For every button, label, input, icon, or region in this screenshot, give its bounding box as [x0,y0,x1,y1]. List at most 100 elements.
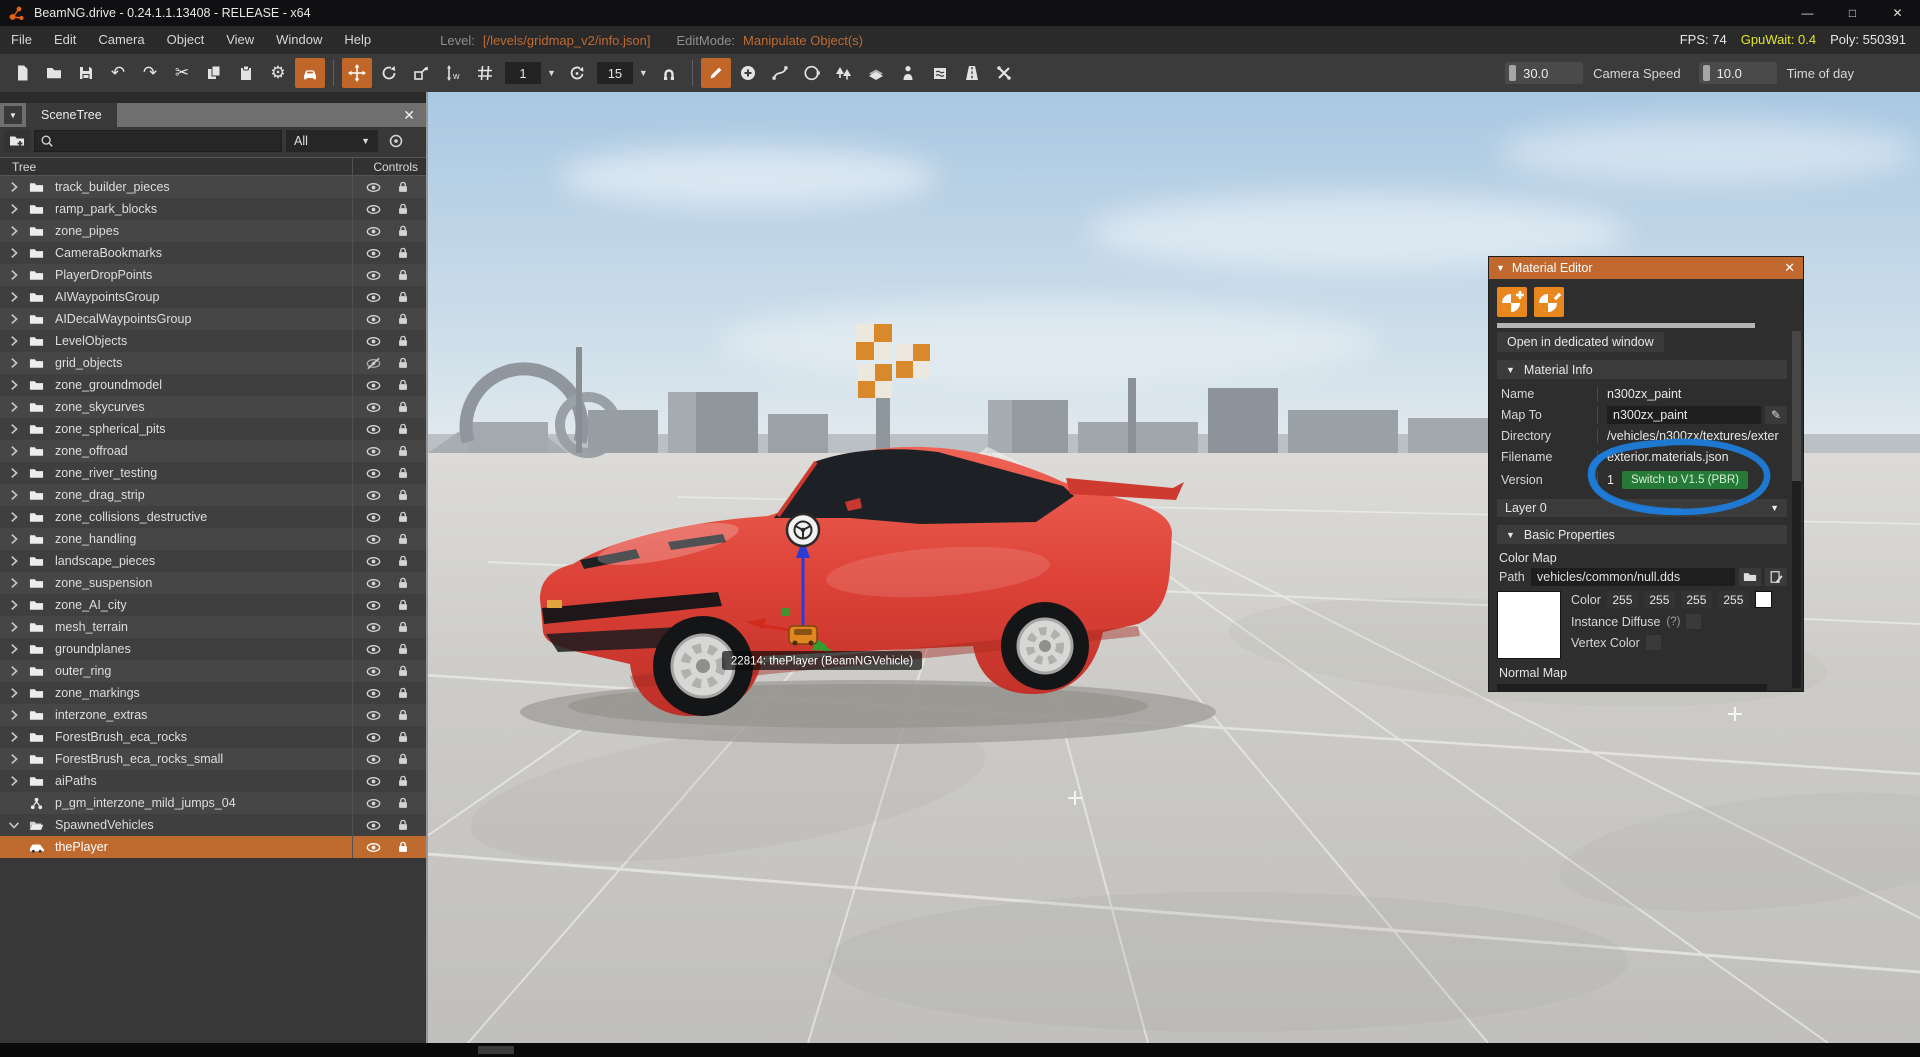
open-dedicated-window-button[interactable]: Open in dedicated window [1497,332,1664,352]
lock-icon[interactable] [396,268,410,282]
menu-edit[interactable]: Edit [43,26,87,54]
forest-tool-button[interactable] [829,58,859,88]
chevron-right-icon[interactable] [7,730,21,744]
menu-object[interactable]: Object [156,26,216,54]
lock-icon[interactable] [396,334,410,348]
eye-icon[interactable] [366,224,381,239]
terrain-tool-button[interactable] [861,58,891,88]
eye-icon[interactable] [366,444,381,459]
eye-icon[interactable] [366,752,381,767]
browse-folder-button[interactable] [1739,568,1761,586]
copy-button[interactable] [199,58,229,88]
level-path[interactable]: [/levels/gridmap_v2/info.json] [483,33,651,48]
eye-icon[interactable] [366,818,381,833]
normal-map-input[interactable] [1497,684,1767,692]
vehicle-tool-button[interactable] [295,58,325,88]
chevron-right-icon[interactable] [7,180,21,194]
eye-icon[interactable] [366,246,381,261]
decal-tool-button[interactable] [925,58,955,88]
lock-icon[interactable] [396,708,410,722]
eye-icon[interactable] [366,422,381,437]
chevron-right-icon[interactable] [7,444,21,458]
eye-icon[interactable] [366,576,381,591]
eye-off-icon[interactable] [366,356,381,371]
redo-button[interactable]: ↷ [135,58,165,88]
lock-icon[interactable] [396,510,410,524]
tree-row[interactable]: interzone_extras [0,704,426,726]
maximize-button[interactable]: □ [1830,0,1875,26]
lock-icon[interactable] [396,686,410,700]
eye-icon[interactable] [366,686,381,701]
chevron-right-icon[interactable] [7,466,21,480]
eye-icon[interactable] [366,532,381,547]
color-g-input[interactable]: 255 [1643,591,1675,608]
lock-icon[interactable] [396,378,410,392]
shape-tool-button[interactable] [797,58,827,88]
map-to-input[interactable]: n300zx_paint [1607,405,1761,424]
path-input[interactable]: vehicles/common/null.dds [1531,568,1735,586]
eye-icon[interactable] [366,180,381,195]
lock-icon[interactable] [396,642,410,656]
lock-icon[interactable] [396,840,410,854]
path-tool-button[interactable] [765,58,795,88]
search-input[interactable] [34,130,282,152]
translate-tool-button[interactable] [342,58,372,88]
tree-row[interactable]: zone_skycurves [0,396,426,418]
lock-icon[interactable] [396,664,410,678]
chevron-right-icon[interactable] [7,268,21,282]
eye-icon[interactable] [366,620,381,635]
chevron-right-icon[interactable] [7,400,21,414]
vertex-color-checkbox[interactable] [1645,635,1661,650]
minimize-button[interactable]: — [1785,0,1830,26]
tree-row[interactable]: zone_markings [0,682,426,704]
tree-row[interactable]: zone_river_testing [0,462,426,484]
tree-row[interactable]: thePlayer [0,836,426,858]
eye-icon[interactable] [366,334,381,349]
instance-diffuse-checkbox[interactable] [1686,614,1702,629]
section-basic-properties[interactable]: ▼ Basic Properties [1497,525,1787,544]
chevron-right-icon[interactable] [7,488,21,502]
draw-tool-button[interactable] [700,58,731,88]
panel-close-icon[interactable]: ✕ [403,107,415,124]
material-editor-scrollbar[interactable] [1792,331,1801,688]
road-tool-button[interactable] [957,58,987,88]
tree-row[interactable]: zone_handling [0,528,426,550]
lock-icon[interactable] [396,620,410,634]
lock-icon[interactable] [396,312,410,326]
tree-row[interactable]: ramp_park_blocks [0,198,426,220]
tree-row[interactable]: AIDecalWaypointsGroup [0,308,426,330]
eye-icon[interactable] [366,642,381,657]
chevron-right-icon[interactable] [7,224,21,238]
eye-icon[interactable] [366,840,381,855]
lock-icon[interactable] [396,752,410,766]
menu-help[interactable]: Help [333,26,382,54]
eye-icon[interactable] [366,510,381,525]
rotate-snap-button[interactable] [562,58,592,88]
menu-view[interactable]: View [215,26,265,54]
cut-button[interactable]: ✂ [167,58,197,88]
color-b-input[interactable]: 255 [1680,591,1712,608]
lock-icon[interactable] [396,224,410,238]
undo-button[interactable]: ↶ [103,58,133,88]
tree-row[interactable]: grid_objects [0,352,426,374]
chevron-right-icon[interactable] [7,334,21,348]
lock-icon[interactable] [396,730,410,744]
section-material-info[interactable]: ▼ Material Info [1497,360,1787,379]
lock-icon[interactable] [396,290,410,304]
chevron-right-icon[interactable] [7,752,21,766]
eye-icon[interactable] [366,774,381,789]
tree-row[interactable]: track_builder_pieces [0,176,426,198]
new-material-button[interactable] [1497,287,1527,317]
eye-icon[interactable] [366,488,381,503]
collapse-triangle-icon[interactable]: ▼ [1496,263,1505,273]
menu-file[interactable]: File [0,26,43,54]
lock-icon[interactable] [396,488,410,502]
lock-icon[interactable] [396,444,410,458]
lock-icon[interactable] [396,246,410,260]
tree-row[interactable]: CameraBookmarks [0,242,426,264]
tree-row[interactable]: zone_groundmodel [0,374,426,396]
horizontal-scrollbar[interactable] [1497,323,1755,328]
lock-icon[interactable] [396,796,410,810]
lock-icon[interactable] [396,422,410,436]
chevron-right-icon[interactable] [7,378,21,392]
